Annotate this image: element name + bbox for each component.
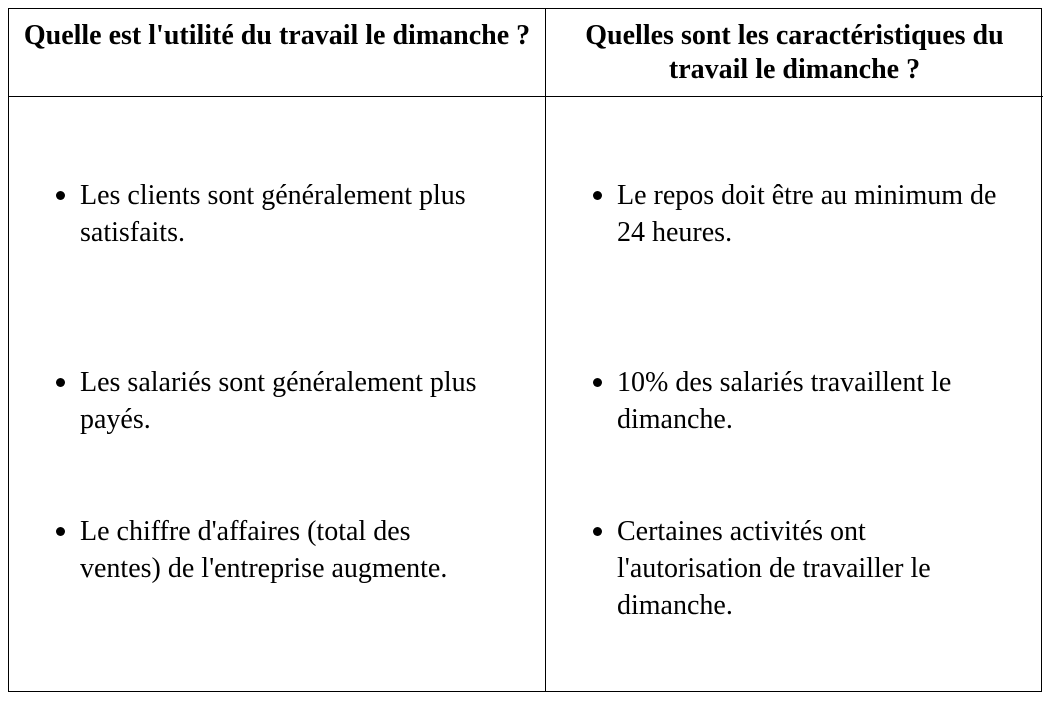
bullet-icon <box>583 513 617 624</box>
comparison-table: Quelle est l'utilité du travail le diman… <box>8 8 1043 692</box>
bullet-icon <box>46 513 80 587</box>
header-utility-text: Quelle est l'utilité du travail le diman… <box>23 20 531 51</box>
list-item: Le chiffre d'affaires (total des ventes)… <box>46 513 486 587</box>
list-item: Les clients sont généralement plus satis… <box>46 177 526 251</box>
list-item: Le repos doit être au minimum de 24 heur… <box>583 177 1013 251</box>
bullet-icon <box>583 177 617 251</box>
bullet-icon <box>46 177 80 251</box>
header-characteristics-text: Quelles sont les caractéristiques du tra… <box>585 20 1004 85</box>
list-item-text: Les clients sont généralement plus satis… <box>80 180 466 248</box>
header-cell-characteristics: Quelles sont les caractéristiques du tra… <box>546 9 1043 97</box>
list-item-text: Certaines activités ont l'autorisation d… <box>617 516 931 621</box>
bullet-icon <box>46 364 80 438</box>
characteristics-list-cell: Le repos doit être au minimum de 24 heur… <box>546 97 1043 691</box>
list-item-text: Les salariés sont généralement plus payé… <box>80 367 477 435</box>
list-item: 10% des salariés travaillent le dimanche… <box>583 364 1013 438</box>
list-item: Certaines activités ont l'autorisation d… <box>583 513 1013 624</box>
bullet-icon <box>583 364 617 438</box>
list-item-text: Le repos doit être au minimum de 24 heur… <box>617 180 997 248</box>
list-item-text: 10% des salariés travaillent le dimanche… <box>617 367 952 435</box>
list-item: Les salariés sont généralement plus payé… <box>46 364 546 438</box>
list-item-text: Le chiffre d'affaires (total des ventes)… <box>80 516 448 584</box>
header-cell-utility: Quelle est l'utilité du travail le diman… <box>9 9 546 97</box>
utility-list-cell: Les clients sont généralement plus satis… <box>9 97 546 691</box>
